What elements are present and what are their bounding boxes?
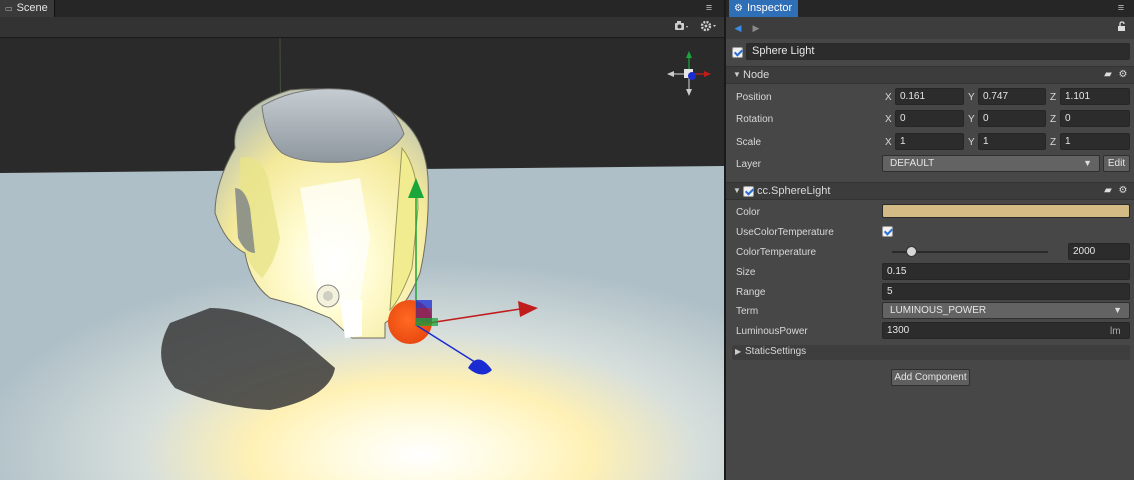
range-label: Range	[736, 287, 766, 298]
spherelight-section-title: cc.SphereLight	[757, 185, 831, 197]
inspector-menu-icon[interactable]: ≡	[1114, 1, 1128, 15]
scene-toolbar	[0, 17, 724, 38]
camera-icon[interactable]	[674, 20, 690, 35]
scale-z-input[interactable]: 1	[1060, 133, 1130, 150]
scene-panel: ▭ Scene ≡	[0, 0, 724, 480]
lock-icon[interactable]	[1116, 21, 1128, 35]
node-collapse-icon[interactable]: ▼	[733, 70, 741, 79]
forward-arrow-icon[interactable]: ▶	[750, 21, 762, 35]
rotation-z-input[interactable]: 0	[1060, 110, 1130, 127]
position-x-axis: X	[885, 92, 892, 103]
color-swatch[interactable]	[882, 204, 1130, 218]
scale-y-input[interactable]: 1	[978, 133, 1046, 150]
color-temperature-slider-handle[interactable]	[905, 246, 917, 257]
scene-tab-label: Scene	[16, 2, 48, 14]
inspector-panel: ⚙ Inspector ≡ ◀ ▶ Sphere Light ▼ Node ▰ …	[726, 0, 1134, 480]
term-select[interactable]: LUMINOUS_POWER ▼	[882, 302, 1130, 319]
node-section-title: Node	[743, 69, 770, 81]
layer-select[interactable]: DEFAULT ▼	[882, 155, 1100, 172]
use-color-temperature-checkbox[interactable]	[882, 226, 893, 237]
scale-y-axis: Y	[968, 137, 975, 148]
luminous-power-input[interactable]: 1300	[882, 322, 1130, 339]
size-label: Size	[736, 267, 756, 278]
scene-tabbar: ▭ Scene ≡	[0, 0, 724, 17]
term-label: Term	[736, 306, 759, 317]
layer-select-value: DEFAULT	[890, 158, 935, 169]
inspector-settings-icon: ⚙	[734, 3, 743, 14]
scale-z-axis: Z	[1050, 137, 1057, 148]
term-select-value: LUMINOUS_POWER	[890, 305, 987, 316]
position-y-input[interactable]: 0.747	[978, 88, 1046, 105]
scale-x-input[interactable]: 1	[895, 133, 964, 150]
spherelight-settings-gear-icon[interactable]: ⚙	[1117, 185, 1129, 197]
color-label: Color	[736, 207, 760, 218]
tab-scene[interactable]: ▭ Scene	[0, 0, 55, 17]
tab-inspector[interactable]: ⚙ Inspector	[729, 0, 799, 17]
static-settings-expand-icon[interactable]: ▶	[735, 347, 741, 356]
color-temperature-input[interactable]: 2000	[1068, 243, 1130, 260]
node-section-header[interactable]: ▼ Node ▰ ⚙	[726, 66, 1134, 84]
chevron-down-icon: ▼	[1113, 305, 1122, 315]
position-z-axis: Z	[1050, 92, 1057, 103]
luminous-power-value: 1300	[887, 325, 910, 336]
rotation-y-axis: Y	[968, 114, 975, 125]
node-name-row: Sphere Light	[726, 39, 1134, 65]
static-settings-label: StaticSettings	[745, 346, 807, 357]
static-settings-section[interactable]: ▶ StaticSettings	[732, 345, 1130, 360]
scene-menu-icon[interactable]: ≡	[702, 1, 716, 15]
use-color-temperature-label: UseColorTemperature	[736, 227, 834, 238]
layer-label: Layer	[736, 159, 762, 170]
position-label: Position	[736, 92, 772, 103]
rotation-x-axis: X	[885, 114, 892, 125]
inspector-tabbar: ⚙ Inspector ≡	[726, 0, 1134, 17]
luminous-power-unit: lm	[1110, 326, 1121, 337]
node-settings-gear-icon[interactable]: ⚙	[1117, 69, 1129, 81]
spherelight-help-icon[interactable]: ▰	[1102, 185, 1114, 197]
layer-edit-button[interactable]: Edit	[1103, 155, 1130, 172]
spherelight-section-header[interactable]: ▼ cc.SphereLight ▰ ⚙	[726, 182, 1134, 200]
luminous-power-label: LuminousPower	[736, 326, 808, 337]
node-help-icon[interactable]: ▰	[1102, 69, 1114, 81]
position-x-input[interactable]: 0.161	[895, 88, 964, 105]
rotation-label: Rotation	[736, 114, 774, 125]
scale-x-axis: X	[885, 137, 892, 148]
rotation-z-axis: Z	[1050, 114, 1057, 125]
spherelight-enabled-checkbox[interactable]	[743, 186, 754, 197]
add-component-button[interactable]: Add Component	[891, 369, 970, 386]
node-enabled-checkbox[interactable]	[732, 47, 743, 58]
position-y-axis: Y	[968, 92, 975, 103]
back-arrow-icon[interactable]: ◀	[732, 21, 744, 35]
scene-viewport[interactable]	[0, 38, 724, 480]
spherelight-collapse-icon[interactable]: ▼	[733, 186, 741, 195]
color-temperature-label: ColorTemperature	[736, 247, 817, 258]
rotation-y-input[interactable]: 0	[978, 110, 1046, 127]
size-input[interactable]: 0.15	[882, 263, 1130, 280]
scene-settings-gear-icon[interactable]	[700, 20, 718, 35]
scene-tab-icon: ▭	[5, 4, 13, 13]
position-z-input[interactable]: 1.101	[1060, 88, 1130, 105]
inspector-tab-label: Inspector	[746, 2, 793, 14]
chevron-down-icon: ▼	[1083, 158, 1092, 168]
range-input[interactable]: 5	[882, 283, 1130, 300]
rotation-x-input[interactable]: 0	[895, 110, 964, 127]
inspector-navbar: ◀ ▶	[726, 17, 1134, 39]
node-name-input[interactable]: Sphere Light	[746, 43, 1130, 60]
scale-label: Scale	[736, 137, 762, 148]
